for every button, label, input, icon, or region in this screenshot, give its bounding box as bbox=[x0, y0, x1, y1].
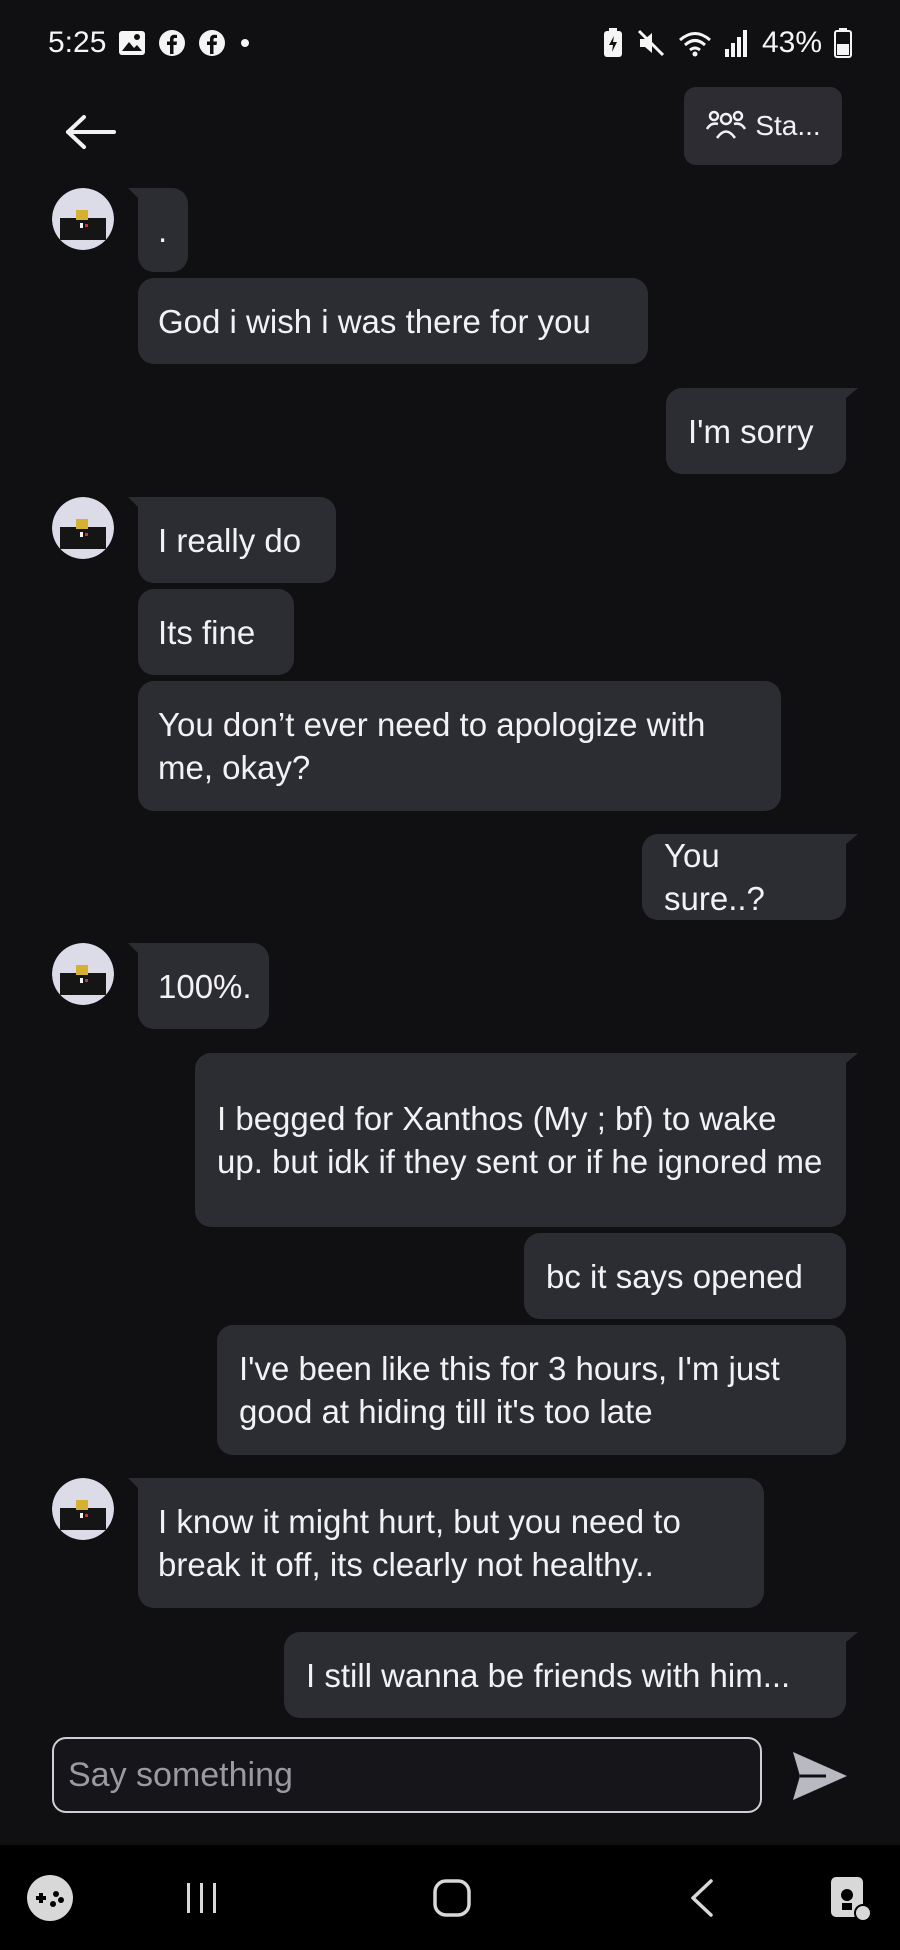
recent-apps-button[interactable] bbox=[170, 1845, 234, 1950]
message-text: . bbox=[158, 211, 168, 249]
message-input[interactable]: Say something bbox=[52, 1737, 762, 1813]
recent-apps-icon bbox=[187, 1882, 216, 1913]
message-bubble-outgoing[interactable]: I'm sorry bbox=[666, 388, 858, 474]
message-text: God i wish i was there for you bbox=[158, 302, 591, 340]
message-bubble-outgoing[interactable]: I begged for Xanthos (My ; bf) to wake u… bbox=[195, 1053, 858, 1227]
home-icon bbox=[433, 1878, 471, 1917]
facebook-icon bbox=[158, 29, 186, 57]
arrow-left-icon bbox=[66, 115, 116, 149]
avatar[interactable] bbox=[52, 1478, 114, 1540]
message-text: I begged for Xanthos (My ; bf) to wake u… bbox=[217, 1100, 823, 1180]
avatar[interactable] bbox=[52, 497, 114, 559]
status-bar-right: 43% bbox=[602, 26, 852, 60]
wifi-6e-icon bbox=[678, 28, 712, 58]
clock: 5:25 bbox=[48, 25, 107, 59]
back-button[interactable] bbox=[60, 107, 120, 157]
message-bubble-incoming[interactable]: 100%. bbox=[128, 943, 269, 1029]
message-text: You sure..? bbox=[664, 837, 765, 917]
avatar[interactable] bbox=[52, 188, 114, 250]
message-bubble-incoming[interactable]: . bbox=[128, 188, 188, 272]
nav-back-button[interactable] bbox=[670, 1845, 734, 1950]
message-bubble-incoming[interactable]: God i wish i was there for you bbox=[138, 278, 648, 364]
battery-saver-icon bbox=[602, 27, 624, 58]
message-bubble-outgoing[interactable]: You sure..? bbox=[642, 834, 858, 920]
message-text: I'm sorry bbox=[688, 412, 814, 450]
message-input-placeholder: Say something bbox=[68, 1755, 293, 1794]
message-text: I know it might hurt, but you need to br… bbox=[158, 1503, 690, 1583]
assistant-icon bbox=[831, 1876, 872, 1922]
facebook-icon bbox=[198, 29, 226, 57]
message-text: I still wanna be friends with him... bbox=[306, 1656, 791, 1694]
message-text: Its fine bbox=[158, 613, 256, 651]
battery-percent: 43% bbox=[761, 25, 822, 59]
battery-icon bbox=[834, 27, 852, 58]
dot-icon bbox=[238, 36, 252, 50]
status-button-label: Sta... bbox=[755, 110, 821, 141]
chat-header: Sta... bbox=[0, 85, 900, 180]
message-bubble-incoming[interactable]: Its fine bbox=[138, 589, 294, 675]
signal-icon bbox=[724, 29, 750, 57]
message-text: You don’t ever need to apologize with me… bbox=[158, 706, 715, 786]
message-bubble-outgoing[interactable]: I still wanna be friends with him... bbox=[284, 1632, 858, 1718]
system-nav-bar bbox=[0, 1845, 900, 1950]
send-icon bbox=[793, 1752, 847, 1800]
message-text: bc it says opened bbox=[546, 1257, 803, 1295]
message-bubble-outgoing[interactable]: bc it says opened bbox=[524, 1233, 846, 1319]
gallery-icon bbox=[118, 30, 146, 56]
group-icon bbox=[706, 110, 747, 139]
status-button[interactable]: Sta... bbox=[684, 87, 842, 165]
message-bubble-outgoing[interactable]: I've been like this for 3 hours, I'm jus… bbox=[217, 1325, 846, 1455]
status-bar-left: 5:25 bbox=[48, 26, 252, 60]
game-launcher-button[interactable] bbox=[20, 1845, 80, 1950]
message-text: I really do bbox=[158, 521, 302, 559]
message-bubble-incoming[interactable]: I know it might hurt, but you need to br… bbox=[128, 1478, 764, 1608]
assistant-button[interactable] bbox=[820, 1845, 880, 1950]
message-text: I've been like this for 3 hours, I'm jus… bbox=[239, 1350, 790, 1430]
send-button[interactable] bbox=[790, 1748, 850, 1804]
message-bubble-incoming[interactable]: I really do bbox=[128, 497, 336, 583]
message-bubble-incoming[interactable]: You don’t ever need to apologize with me… bbox=[138, 681, 781, 811]
avatar[interactable] bbox=[52, 943, 114, 1005]
message-text: 100%. bbox=[158, 967, 252, 1005]
game-launcher-icon bbox=[27, 1874, 73, 1921]
home-button[interactable] bbox=[420, 1845, 484, 1950]
mute-icon bbox=[636, 28, 666, 58]
back-icon bbox=[691, 1878, 713, 1917]
status-bar: 5:25 43% bbox=[0, 0, 900, 85]
